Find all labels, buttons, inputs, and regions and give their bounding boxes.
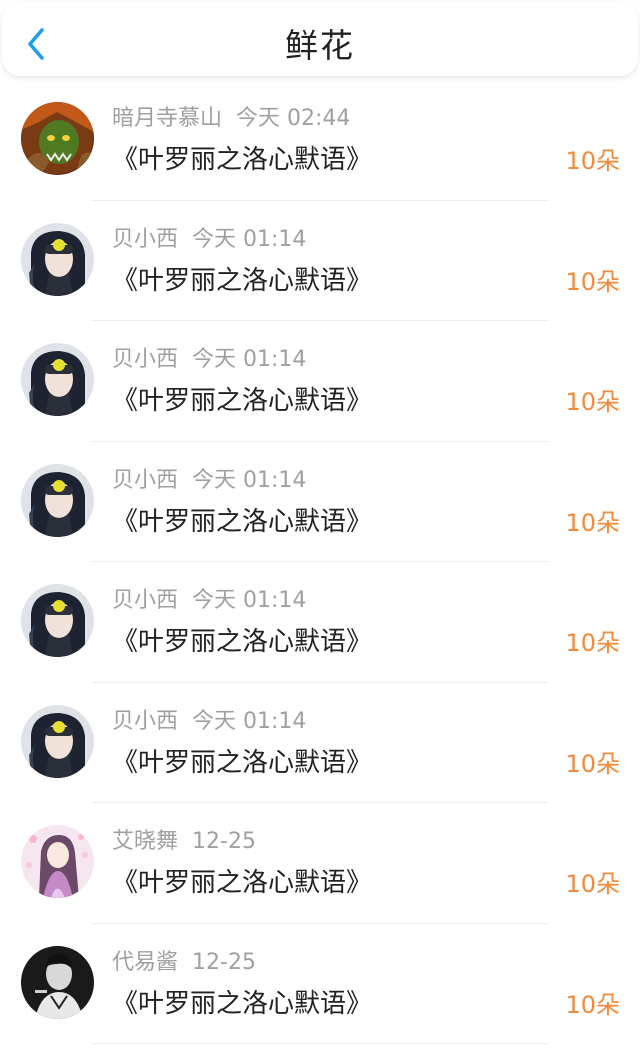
timestamp: 今天 01:14 xyxy=(192,588,307,613)
top-bar: 鲜花 xyxy=(2,2,638,76)
avatar[interactable] xyxy=(21,343,94,416)
flower-count: 10朵 xyxy=(565,147,620,175)
timestamp: 今天 01:14 xyxy=(192,347,307,372)
user-name[interactable]: 艾晓舞 xyxy=(112,829,178,854)
user-name[interactable]: 贝小西 xyxy=(112,709,178,734)
avatar[interactable] xyxy=(21,945,94,1019)
timestamp: 12-25 xyxy=(192,949,256,975)
flower-count: 10朵 xyxy=(565,508,620,537)
item-meta: 贝小西 今天 01:14 xyxy=(112,586,306,616)
list-item[interactable]: 代易酱 12-25 《叶罗丽之洛心默语》 10朵 xyxy=(0,924,640,1044)
avatar[interactable] xyxy=(21,222,94,296)
timestamp: 12-25 xyxy=(192,829,256,854)
list-item[interactable]: 贝小西 今天 01:14 《叶罗丽之洛心默语》 10朵 xyxy=(0,321,640,442)
book-title[interactable]: 《叶罗丽之洛心默语》 xyxy=(112,504,372,540)
timestamp: 今天 01:14 xyxy=(192,708,307,734)
flower-count: 10朵 xyxy=(565,870,620,898)
book-title[interactable]: 《叶罗丽之洛心默语》 xyxy=(112,624,372,660)
avatar[interactable] xyxy=(21,825,94,898)
item-meta: 贝小西 今天 01:14 xyxy=(112,225,306,255)
timestamp: 今天 01:14 xyxy=(192,467,307,493)
list-item[interactable]: 贝小西 今天 01:14 《叶罗丽之洛心默语》 10朵 xyxy=(0,562,640,683)
list-item[interactable]: 暗月寺慕山 今天 02:44 《叶罗丽之洛心默语》 10朵 xyxy=(0,80,640,201)
flower-count: 10朵 xyxy=(565,388,620,416)
item-meta: 暗月寺慕山 今天 02:44 xyxy=(112,104,350,134)
list-item[interactable]: 艾晓舞 12-25 《叶罗丽之洛心默语》 10朵 xyxy=(0,803,640,924)
item-meta: 代易酱 12-25 xyxy=(112,948,256,978)
item-meta: 贝小西 今天 01:14 xyxy=(112,707,306,737)
book-title[interactable]: 《叶罗丽之洛心默语》 xyxy=(112,865,372,901)
list-item[interactable]: 贝小西 今天 01:14 《叶罗丽之洛心默语》 10朵 xyxy=(0,683,640,803)
page-title: 鲜花 xyxy=(285,26,355,65)
avatar[interactable] xyxy=(21,584,94,657)
user-name[interactable]: 贝小西 xyxy=(112,468,178,493)
user-name[interactable]: 贝小西 xyxy=(112,347,178,372)
timestamp: 今天 01:14 xyxy=(192,226,307,252)
book-title[interactable]: 《叶罗丽之洛心默语》 xyxy=(112,263,372,299)
avatar[interactable] xyxy=(21,704,94,778)
item-meta: 贝小西 今天 01:14 xyxy=(112,466,306,496)
flower-count: 10朵 xyxy=(565,749,620,778)
list-item[interactable]: 贝小西 今天 01:14 《叶罗丽之洛心默语》 10朵 xyxy=(0,201,640,321)
flower-gift-list: 暗月寺慕山 今天 02:44 《叶罗丽之洛心默语》 10朵 贝小西 今天 01:14… xyxy=(0,80,640,1044)
book-title[interactable]: 《叶罗丽之洛心默语》 xyxy=(112,142,372,178)
list-item[interactable]: 贝小西 今天 01:14 《叶罗丽之洛心默语》 10朵 xyxy=(0,442,640,562)
avatar[interactable] xyxy=(21,102,94,175)
book-title[interactable]: 《叶罗丽之洛心默语》 xyxy=(112,986,372,1022)
item-meta: 贝小西 今天 01:14 xyxy=(112,345,306,375)
user-name[interactable]: 代易酱 xyxy=(112,950,178,975)
user-name[interactable]: 贝小西 xyxy=(112,227,178,252)
divider xyxy=(92,1043,548,1044)
item-meta: 艾晓舞 12-25 xyxy=(112,827,256,857)
user-name[interactable]: 暗月寺慕山 xyxy=(112,106,222,131)
avatar[interactable] xyxy=(21,463,94,537)
flower-count: 10朵 xyxy=(565,629,620,657)
flower-count: 10朵 xyxy=(565,990,620,1019)
book-title[interactable]: 《叶罗丽之洛心默语》 xyxy=(112,745,372,781)
book-title[interactable]: 《叶罗丽之洛心默语》 xyxy=(112,383,372,419)
user-name[interactable]: 贝小西 xyxy=(112,588,178,613)
timestamp: 今天 02:44 xyxy=(236,106,351,131)
flower-count: 10朵 xyxy=(565,267,620,296)
